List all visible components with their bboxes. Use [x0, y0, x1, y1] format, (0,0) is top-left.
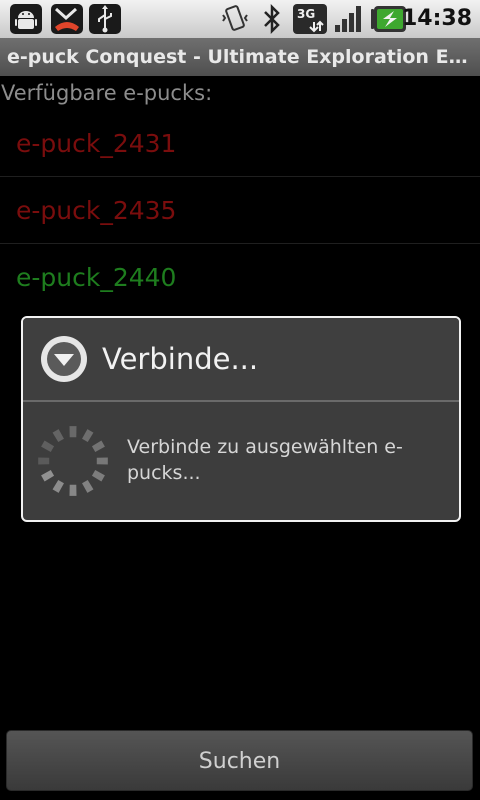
signal-icon	[332, 3, 366, 35]
dialog-title: Verbinde...	[102, 342, 259, 376]
spinner-segment	[82, 479, 94, 493]
spinner-segment	[91, 440, 105, 452]
app-title: e-puck Conquest - Ultimate Exploration E…	[7, 46, 469, 68]
list-item[interactable]: e-puck_2431	[0, 110, 480, 177]
spinner-segment	[96, 457, 108, 465]
status-bar: 3G 14:38	[0, 0, 480, 38]
usb-icon	[88, 3, 122, 35]
android-icon	[8, 3, 44, 35]
spinner-segment	[69, 426, 77, 438]
spinner-segment	[41, 440, 55, 452]
search-button[interactable]: Suchen	[6, 730, 473, 791]
list-item-label: e-puck_2440	[16, 263, 177, 292]
progress-dialog: Verbinde... Verbinde zu ausgewählten e-p…	[21, 316, 461, 522]
3g-label: 3G	[297, 7, 315, 21]
list-item[interactable]: e-puck_2440	[0, 244, 480, 311]
dialog-message: Verbinde zu ausgewählten e-pucks...	[127, 436, 403, 484]
bluetooth-icon	[258, 3, 286, 35]
spinner-segment	[38, 457, 50, 465]
app-title-bar: e-puck Conquest - Ultimate Exploration E…	[0, 38, 480, 76]
dialog-header: Verbinde...	[23, 318, 459, 402]
spinner-segment	[69, 484, 77, 496]
device-list: e-puck_2431 e-puck_2435 e-puck_2440	[0, 110, 480, 311]
3g-icon: 3G	[292, 3, 328, 35]
vibrate-icon	[218, 3, 252, 35]
list-header: Verfügbare e-pucks:	[1, 81, 213, 105]
list-item-label: e-puck_2431	[16, 129, 177, 158]
missed-call-icon	[50, 3, 84, 35]
list-item[interactable]: e-puck_2435	[0, 177, 480, 244]
list-item-label: e-puck_2435	[16, 196, 177, 225]
spinner-segment	[41, 470, 55, 482]
alert-icon	[40, 335, 88, 387]
dialog-body: Verbinde zu ausgewählten e-pucks...	[23, 402, 459, 520]
spinner-segment	[52, 479, 64, 493]
spinner-segment	[91, 470, 105, 482]
spinner-segment	[82, 429, 94, 443]
spinner-icon	[36, 424, 110, 502]
clock: 14:38	[401, 6, 472, 31]
spinner-segment	[52, 429, 64, 443]
